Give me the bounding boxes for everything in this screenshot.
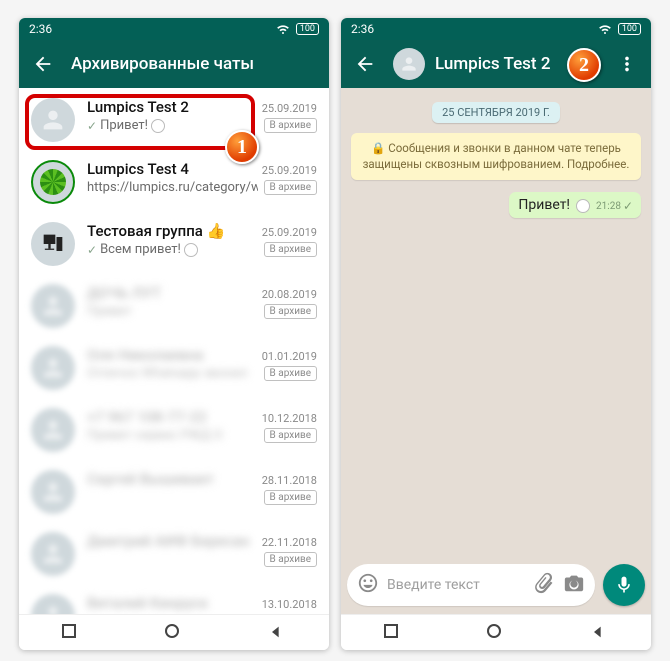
status-time: 2:36 <box>351 22 374 36</box>
archive-badge: В архиве <box>264 304 317 319</box>
chat-avatar <box>31 594 75 614</box>
message-text: Привет! <box>518 197 570 213</box>
chat-date: 28.11.2018 <box>262 474 317 487</box>
chat-avatar <box>31 284 75 328</box>
archive-badge: В архиве <box>264 490 317 505</box>
nav-recent-icon[interactable] <box>62 624 80 642</box>
attach-icon[interactable] <box>533 572 555 598</box>
back-button[interactable] <box>25 46 61 82</box>
chat-avatar <box>31 532 75 576</box>
chat-date: 25.09.2019 <box>262 226 317 239</box>
chat-title[interactable]: Lumpics Test 2 <box>435 54 553 74</box>
emoji-face-icon <box>576 199 590 213</box>
wifi-icon <box>275 20 291 39</box>
archive-badge: В архиве <box>264 428 317 443</box>
chat-avatar <box>31 222 75 266</box>
battery-indicator: 100 <box>296 23 319 35</box>
chat-date: 25.09.2019 <box>262 164 317 177</box>
chat-list-item[interactable]: Lumpics Test 2 25.09.2019 ✓Привет! В архиве <box>19 88 329 150</box>
nav-home-icon[interactable] <box>487 624 505 642</box>
chat-name: Оля Николаевна <box>87 346 203 364</box>
phone-right-chat: 2:36 100 Lumpics Test 2 25 СЕНТЯБРЯ 2019… <box>341 18 651 650</box>
nav-home-icon[interactable] <box>165 624 183 642</box>
chat-date: 13.10.2018 <box>262 598 317 611</box>
chat-preview: ✓Всем привет! <box>87 242 258 257</box>
phone-left-archived-chats: 2:36 100 Архивированные чаты Lumpics Tes… <box>19 18 329 650</box>
chat-list-item[interactable]: Дмитрий АИФ Бересан 22.11.2018 В архиве <box>19 522 329 584</box>
chat-date: 25.09.2019 <box>262 102 317 115</box>
step-badge-2: 2 <box>567 48 601 82</box>
chat-input[interactable]: Введите текст <box>347 564 595 606</box>
message-time: 21:28 <box>596 201 621 212</box>
nav-recent-icon[interactable] <box>384 624 402 642</box>
chat-name: Тестовая группа 👍 <box>87 222 225 240</box>
chat-name: +7 967 108-77-22 <box>87 408 207 426</box>
chat-input-row: Введите текст <box>341 558 651 614</box>
android-navbar <box>19 614 329 650</box>
chat-name: Сергей Вышивает <box>87 470 214 488</box>
outgoing-message[interactable]: Привет! 21:28 ✓ <box>509 192 641 218</box>
nav-back-icon[interactable] <box>268 624 286 642</box>
chat-name: Lumpics Test 2 <box>87 98 189 116</box>
chat-name: ДОЧЬ ЛУТ <box>87 284 161 302</box>
chat-list-item[interactable]: Lumpics Test 4 25.09.2019 https://lumpics.… <box>19 150 329 212</box>
chat-list-item[interactable]: ДОЧЬ ЛУТ 20.08.2019 Привет В архиве <box>19 274 329 336</box>
status-time: 2:36 <box>29 22 52 36</box>
chat-preview: Привет <box>87 304 258 319</box>
input-placeholder: Введите текст <box>387 577 525 593</box>
chat-list-item[interactable]: Тестовая группа 👍 25.09.2019 ✓Всем привет!… <box>19 212 329 274</box>
chat-preview: Привет сервис РЖД О <box>87 428 258 443</box>
archive-badge: В архиве <box>264 366 317 381</box>
emoji-picker-icon[interactable] <box>357 572 379 598</box>
more-menu-button[interactable] <box>609 46 645 82</box>
statusbar: 2:36 100 <box>19 18 329 40</box>
battery-indicator: 100 <box>618 23 641 35</box>
appbar-title: Архивированные чаты <box>71 54 323 74</box>
chat-list-item[interactable]: Сергей Вышивает 28.11.2018 В архиве <box>19 460 329 522</box>
chat-body: 25 СЕНТЯБРЯ 2019 Г. 🔒 Сообщения и звонки… <box>341 88 651 558</box>
chat-avatar <box>31 160 75 204</box>
delivered-tick-icon: ✓ <box>623 199 633 213</box>
mic-send-button[interactable] <box>603 564 645 606</box>
wifi-icon <box>597 20 613 39</box>
chat-date: 01.01.2019 <box>262 350 317 363</box>
chat-preview: ✓Привет! <box>87 118 258 133</box>
archive-badge: В архиве <box>264 180 317 195</box>
chat-list-item[interactable]: +7 967 108-77-22 10.12.2018 Привет сервис … <box>19 398 329 460</box>
nav-back-icon[interactable] <box>590 624 608 642</box>
archive-badge: В архиве <box>264 118 317 133</box>
step-badge-1: 1 <box>225 130 259 164</box>
chat-name: Виталий Кинруск <box>87 594 208 612</box>
back-button[interactable] <box>347 46 383 82</box>
chat-avatar <box>31 346 75 390</box>
chat-avatar <box>31 408 75 452</box>
encryption-notice[interactable]: 🔒 Сообщения и звонки в данном чате тепер… <box>351 133 641 180</box>
archive-badge: В архиве <box>264 242 317 257</box>
chat-name: Lumpics Test 4 <box>87 160 189 178</box>
chat-preview: https://lumpics.ru/category/w… <box>87 180 258 195</box>
date-pill: 25 СЕНТЯБРЯ 2019 Г. <box>432 102 560 123</box>
chat-list-item[interactable]: Виталий Кинруск13.10.2018 В архиве <box>19 584 329 614</box>
chat-date: 20.08.2019 <box>262 288 317 301</box>
appbar-chat: Lumpics Test 2 <box>341 40 651 88</box>
chat-date: 10.12.2018 <box>262 412 317 425</box>
chat-date: 22.11.2018 <box>262 536 317 549</box>
android-navbar <box>341 614 651 650</box>
chat-avatar[interactable] <box>393 48 425 80</box>
chat-name: Дмитрий АИФ Бересан <box>87 532 249 550</box>
camera-icon[interactable] <box>563 572 585 598</box>
chat-avatar <box>31 98 75 142</box>
archived-chat-list[interactable]: Lumpics Test 2 25.09.2019 ✓Привет! В архиве… <box>19 88 329 614</box>
chat-preview: Отлично Whatsapp звонил <box>87 366 258 381</box>
chat-avatar <box>31 470 75 514</box>
chat-list-item[interactable]: Оля Николаевна 01.01.2019 Отлично Whatsapp… <box>19 336 329 398</box>
appbar-archived: Архивированные чаты <box>19 40 329 88</box>
archive-badge: В архиве <box>264 552 317 567</box>
statusbar: 2:36 100 <box>341 18 651 40</box>
